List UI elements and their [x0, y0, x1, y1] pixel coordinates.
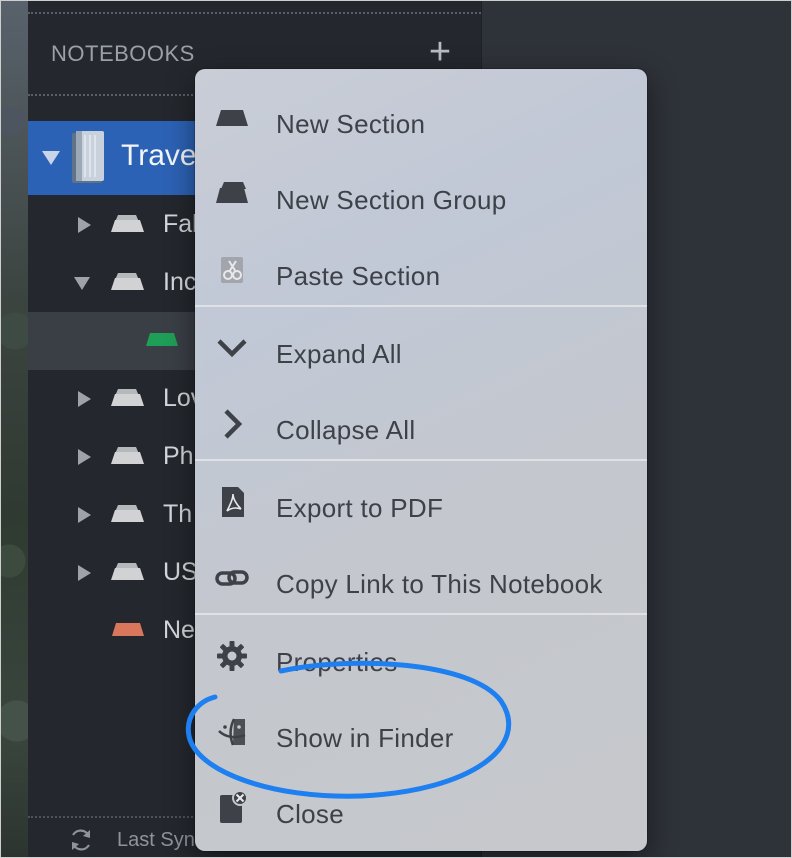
- menu-item-label: Close: [276, 799, 344, 829]
- sync-icon[interactable]: [68, 827, 94, 853]
- menu-item-label: New Section: [276, 109, 426, 139]
- gear-icon: [217, 641, 247, 671]
- menu-item-label: Show in Finder: [276, 723, 454, 753]
- expand-triangle-icon[interactable]: [78, 449, 91, 465]
- menu-item-new-section[interactable]: New Section: [195, 79, 647, 153]
- app-window: NOTEBOOKS + Trave Fal Inc Lov Ph Th US Ne Last…: [0, 0, 792, 858]
- close-notebook-icon: [220, 791, 248, 823]
- section-label: US: [163, 558, 198, 586]
- section-label: Inc: [163, 268, 197, 296]
- menu-separator: [195, 305, 647, 307]
- menu-item-export-to-pdf[interactable]: Export to PDF: [195, 463, 647, 537]
- menu-item-label: New Section Group: [276, 185, 507, 215]
- expand-triangle-icon[interactable]: [78, 507, 91, 523]
- section-group-icon: [216, 182, 248, 203]
- menu-item-close[interactable]: Close: [195, 769, 647, 843]
- desktop-wallpaper: [1, 1, 28, 857]
- section-tab-icon: [111, 389, 144, 406]
- sync-status: Last Syn: [117, 829, 195, 851]
- paste-icon: [221, 257, 243, 283]
- pdf-icon: [222, 487, 244, 517]
- expand-triangle-icon[interactable]: [78, 391, 91, 407]
- section-tab-icon: [111, 563, 144, 580]
- menu-item-properties[interactable]: Properties: [195, 617, 647, 691]
- expand-triangle-icon[interactable]: [78, 565, 91, 581]
- menu-separator: [195, 613, 647, 615]
- chevron-down-icon: [217, 339, 247, 358]
- menu-item-label: Copy Link to This Notebook: [276, 569, 603, 599]
- section-label: Ph: [163, 442, 194, 470]
- section-tab-icon: [112, 623, 144, 636]
- section-label: Fal: [163, 210, 198, 238]
- menu-item-label: Export to PDF: [276, 493, 444, 523]
- section-tab-icon: [111, 505, 144, 522]
- menu-separator: [195, 459, 647, 461]
- menu-item-copy-link-to-this-notebook[interactable]: Copy Link to This Notebook: [195, 539, 647, 613]
- menu-item-expand-all[interactable]: Expand All: [195, 309, 647, 383]
- menu-item-show-in-finder[interactable]: Show in Finder: [195, 693, 647, 767]
- section-tab-icon: [111, 447, 144, 464]
- section-label: Th: [163, 500, 193, 528]
- chevron-right-icon: [224, 409, 243, 439]
- section-icon: [216, 110, 248, 126]
- menu-item-label: Properties: [276, 647, 398, 677]
- context-menu: New Section New Section Group Paste Sectio…: [195, 69, 647, 851]
- section-tab-icon: [111, 215, 144, 232]
- notebook-icon: [72, 131, 104, 183]
- divider: [28, 12, 481, 14]
- expand-triangle-icon[interactable]: [78, 217, 91, 233]
- menu-item-label: Paste Section: [276, 261, 441, 291]
- section-label: Ne: [163, 616, 195, 644]
- section-tab-icon: [111, 273, 144, 290]
- menu-item-label: Expand All: [276, 339, 402, 369]
- menu-item-collapse-all[interactable]: Collapse All: [195, 385, 647, 459]
- add-notebook-button[interactable]: +: [422, 33, 458, 71]
- finder-icon: [218, 718, 246, 746]
- link-icon: [215, 570, 249, 586]
- section-tab-icon: [146, 333, 178, 346]
- menu-item-paste-section[interactable]: Paste Section: [195, 231, 647, 305]
- collapse-triangle-icon[interactable]: [42, 151, 60, 165]
- collapse-triangle-icon[interactable]: [74, 277, 90, 290]
- notebooks-header: NOTEBOOKS: [51, 41, 195, 66]
- menu-item-new-section-group[interactable]: New Section Group: [195, 155, 647, 229]
- menu-item-label: Collapse All: [276, 415, 416, 445]
- notebook-name: Trave: [121, 139, 197, 172]
